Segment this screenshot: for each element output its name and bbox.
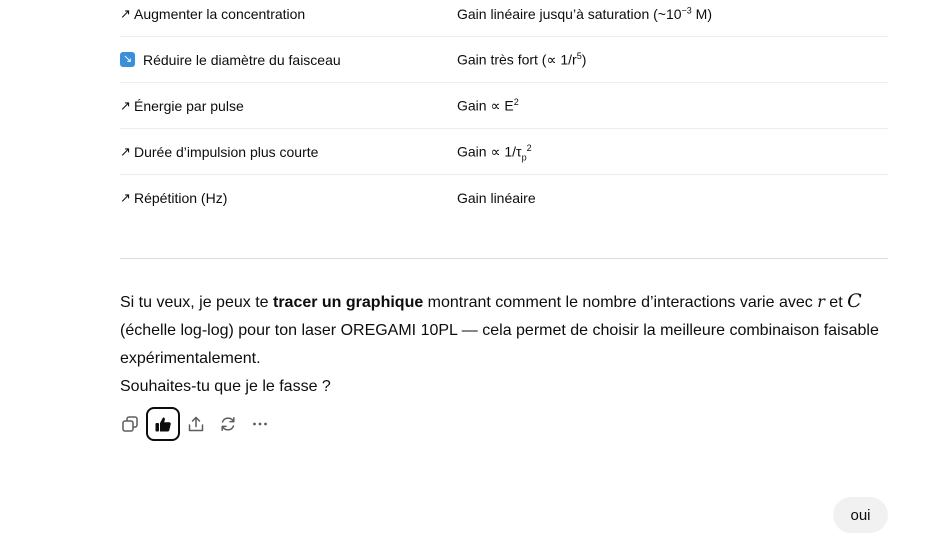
table-cell-effect: Gain très fort (∝ 1/r5) xyxy=(457,51,586,68)
table-cell-effect: Gain ∝ E2 xyxy=(457,97,519,114)
arrow-down-right-emoji-icon: ↘ xyxy=(120,52,135,67)
copy-button[interactable] xyxy=(114,408,146,440)
table-cell-effect: Gain ∝ 1/τp2 xyxy=(457,142,532,162)
table-cell-effect: Gain linéaire xyxy=(457,190,536,206)
effect-superscript: −3 xyxy=(681,5,692,16)
effect-text: Gain ∝ 1/τ xyxy=(457,143,522,159)
user-message-bubble: oui xyxy=(833,497,888,533)
arrow-up-right-icon: ↗ xyxy=(120,6,131,21)
message-rest: (échelle log-log) pour ton laser OREGAMI… xyxy=(120,322,879,367)
arrow-up-right-icon: ↗ xyxy=(120,143,131,159)
regenerate-button[interactable] xyxy=(212,408,244,440)
table-cell-effect: Gain linéaire jusqu’à saturation (~10−3 … xyxy=(457,6,712,22)
message-bold: tracer un graphique xyxy=(272,294,424,311)
assistant-message: Si tu veux, je peux te tracer un graphiq… xyxy=(120,287,890,401)
divider xyxy=(120,258,888,259)
chat-page: ↗ Augmenter la concentration Gain linéai… xyxy=(0,0,938,550)
thumbs-up-button[interactable] xyxy=(146,407,180,441)
table-cell-action: ↗ Durée d’impulsion plus courte xyxy=(120,144,318,160)
table-row: ↘ Réduire le diamètre du faisceau Gain t… xyxy=(120,37,888,83)
message-question: Souhaites-tu que je le fasse ? xyxy=(120,378,331,395)
action-label: Répétition (Hz) xyxy=(134,189,228,206)
effect-subscript: p xyxy=(521,151,527,162)
math-variable-c: C xyxy=(847,290,862,312)
effect-text: Gain ∝ E xyxy=(457,97,514,113)
more-button[interactable] xyxy=(244,408,276,440)
table-row: ↗ Énergie par pulse Gain ∝ E2 xyxy=(120,83,888,129)
effect-superscript: 2 xyxy=(513,96,519,107)
thumbs-up-icon xyxy=(155,417,171,432)
share-icon xyxy=(188,416,204,432)
copy-icon xyxy=(122,416,138,432)
effect-suffix: ) xyxy=(581,51,587,67)
message-and: et xyxy=(824,294,848,311)
action-label: Énergie par pulse xyxy=(134,97,244,114)
more-icon xyxy=(253,422,267,426)
math-variable-r: r xyxy=(817,292,825,311)
effect-text: Gain linéaire jusqu’à saturation (~10 xyxy=(457,6,682,22)
effect-text: Gain très fort (∝ 1/r xyxy=(457,51,577,67)
arrow-up-right-icon: ↗ xyxy=(120,97,131,113)
regenerate-icon xyxy=(221,417,235,431)
effect-text: Gain linéaire xyxy=(457,189,536,206)
action-label: Durée d’impulsion plus courte xyxy=(134,143,319,160)
action-label: Augmenter la concentration xyxy=(134,6,306,22)
table-cell-action: ↗ Énergie par pulse xyxy=(120,98,244,114)
effect-superscript: 2 xyxy=(526,142,532,153)
message-intro: Si tu veux, je peux te xyxy=(120,294,273,311)
message-actions xyxy=(114,407,276,441)
share-button[interactable] xyxy=(180,408,212,440)
arrow-up-right-icon: ↗ xyxy=(120,189,131,205)
message-middle: montrant comment le nombre d’interaction… xyxy=(423,294,818,311)
table-cell-action: ↗ Répétition (Hz) xyxy=(120,190,227,206)
table-cell-action: ↘ Réduire le diamètre du faisceau xyxy=(120,52,341,68)
table-cell-action: ↗ Augmenter la concentration xyxy=(120,6,305,22)
table-row: ↗ Durée d’impulsion plus courte Gain ∝ 1… xyxy=(120,129,888,175)
table-row: ↗ Répétition (Hz) Gain linéaire xyxy=(120,175,888,220)
user-message-text: oui xyxy=(850,506,871,524)
action-label: Réduire le diamètre du faisceau xyxy=(143,51,341,68)
table-row: ↗ Augmenter la concentration Gain linéai… xyxy=(120,0,888,37)
comparison-table: ↗ Augmenter la concentration Gain linéai… xyxy=(120,0,888,220)
effect-suffix: M) xyxy=(691,6,713,22)
